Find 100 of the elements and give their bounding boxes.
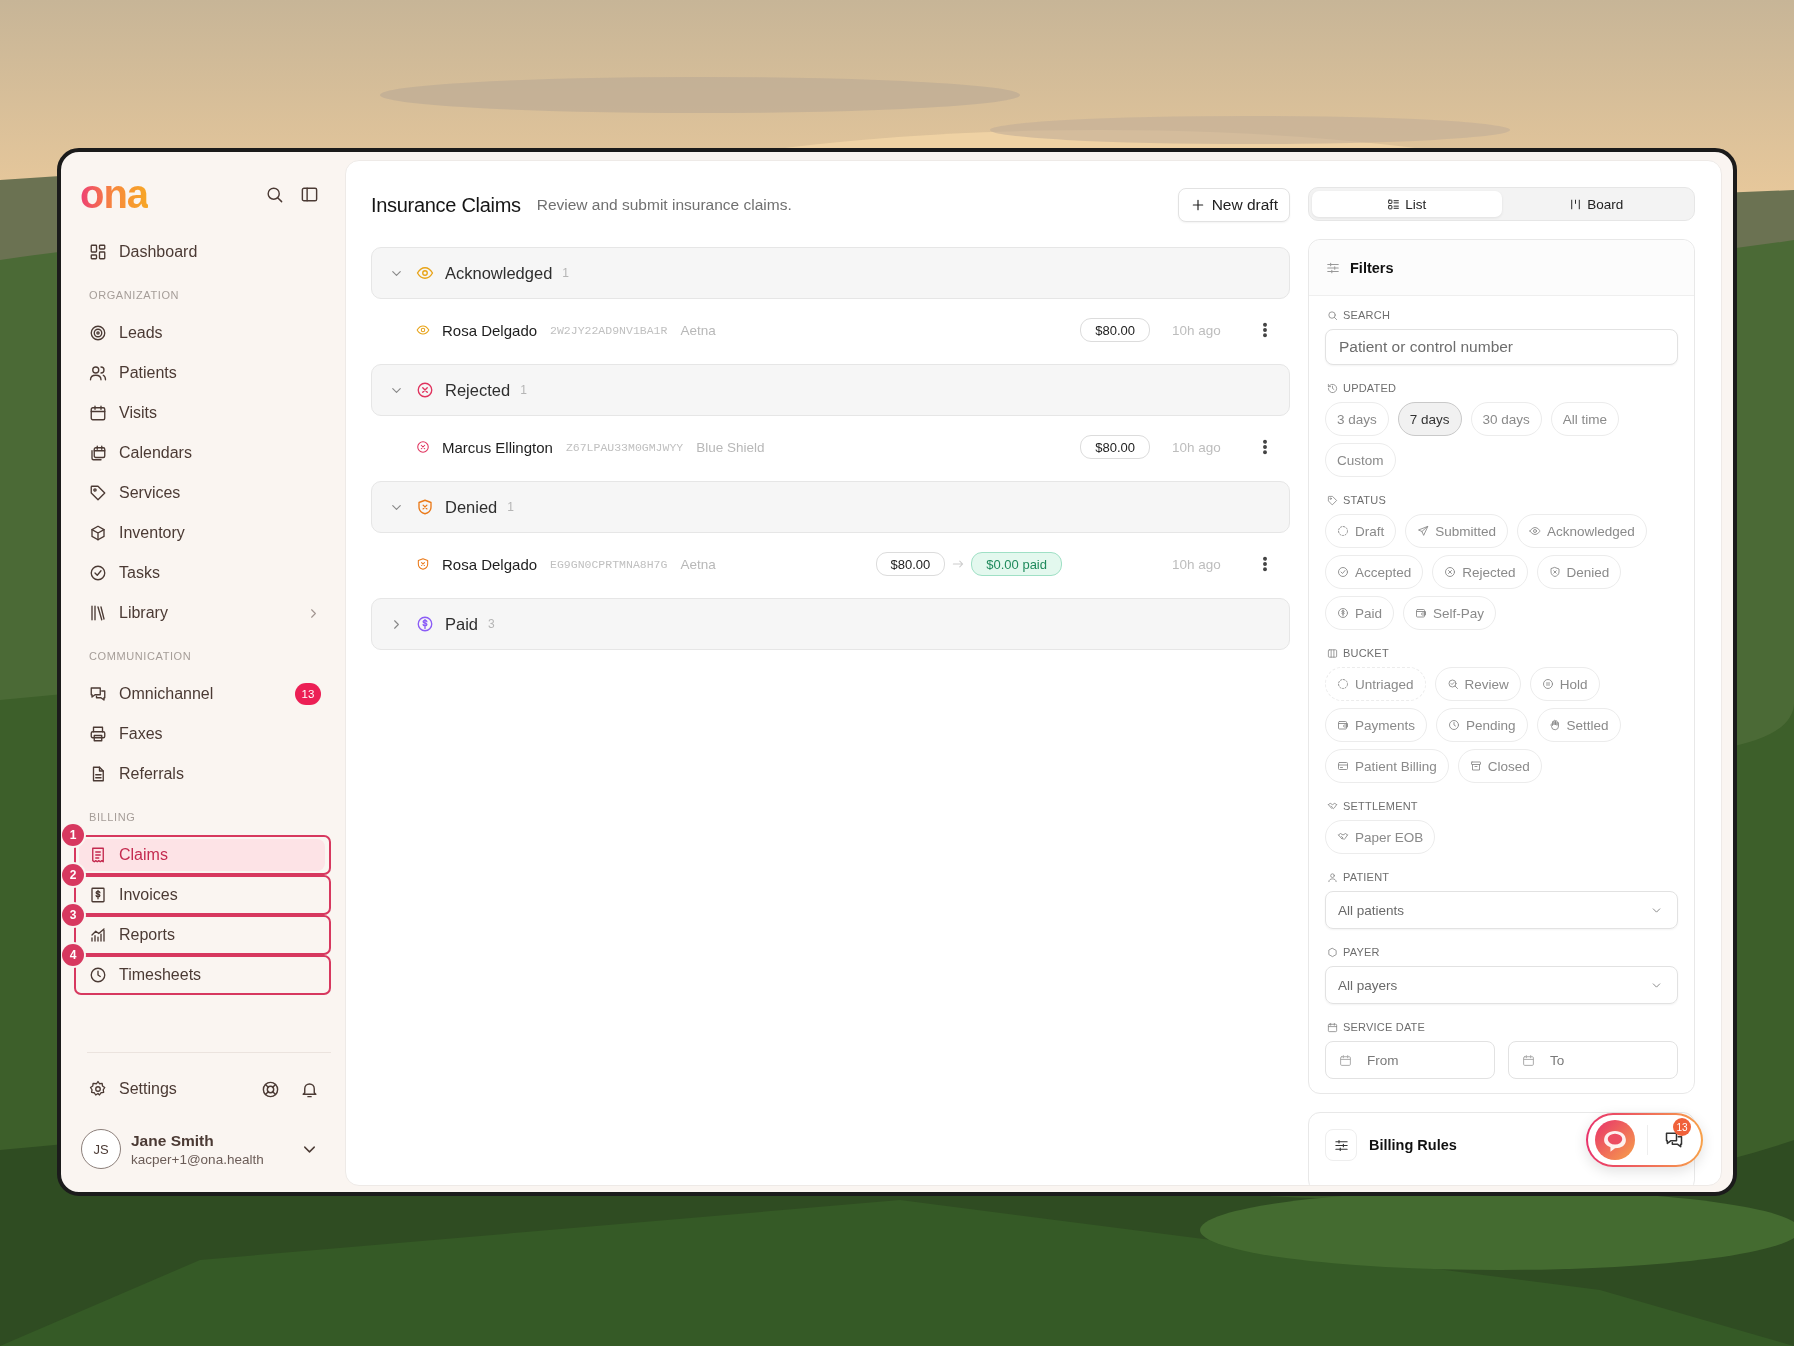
filter-chip[interactable]: Submitted (1405, 514, 1509, 548)
group-header[interactable]: Paid 3 (371, 598, 1290, 650)
amount-pill: $80.00 (1080, 318, 1150, 342)
group-label: Acknowledged (445, 263, 553, 283)
box-icon (89, 524, 107, 542)
x-circle-icon (416, 440, 430, 454)
nav-item[interactable]: Visits (79, 393, 331, 433)
x-circle-icon (416, 381, 434, 399)
nav-item[interactable]: Claims (79, 839, 325, 871)
filter-chip[interactable]: Patient Billing (1325, 749, 1449, 783)
nav-item[interactable]: Referrals (79, 754, 331, 794)
check-circle-icon (1337, 566, 1349, 578)
chat-icon[interactable] (1664, 1130, 1684, 1150)
group-count: 3 (488, 617, 495, 631)
gear-icon (89, 1080, 107, 1098)
lifebuoy-icon[interactable] (261, 1079, 280, 1099)
nav-item[interactable]: Library (79, 593, 331, 633)
group-count: 1 (562, 266, 569, 280)
view-tab[interactable]: Board (1501, 191, 1691, 217)
dropdown-field[interactable]: All payers (1325, 966, 1678, 1004)
nav-item[interactable]: Inventory (79, 513, 331, 553)
section-heading: COMMUNICATION (89, 649, 193, 664)
patient-name: Rosa Delgado (442, 555, 538, 573)
settings-link[interactable]: Settings (79, 1069, 241, 1109)
filter-chip[interactable]: Rejected (1432, 555, 1528, 589)
arrow-right-icon (951, 557, 966, 571)
control-number: 2W2JY22AD9NV1BA1R (550, 323, 668, 337)
eye-icon (416, 323, 430, 337)
nav-item[interactable]: Calendars (79, 433, 331, 473)
nav-item[interactable]: Faxes (79, 714, 331, 754)
filter-chip[interactable]: All time (1550, 402, 1620, 436)
filter-chip[interactable]: Paid (1325, 596, 1395, 630)
printer-icon (89, 725, 107, 743)
dropdown-field[interactable]: All patients (1325, 891, 1678, 929)
people-icon (89, 364, 107, 382)
filter-label: SEARCH (1343, 309, 1391, 321)
filter-chip[interactable]: Draft (1325, 514, 1397, 548)
filter-chip[interactable]: 3 days (1325, 402, 1389, 436)
user-name: Jane Smith (131, 1131, 215, 1150)
page-subtitle: Review and submit insurance claims. (536, 196, 792, 214)
filter-chip[interactable]: Accepted (1325, 555, 1424, 589)
columns-icon (1327, 647, 1338, 659)
filter-chip[interactable]: Custom (1325, 443, 1396, 477)
view-tab[interactable]: List (1312, 191, 1502, 217)
group-header[interactable]: Acknowledged 1 (371, 247, 1290, 299)
bubble-logo-icon[interactable] (1595, 1120, 1635, 1160)
history-icon (1327, 382, 1338, 394)
filter-label: SETTLEMENT (1343, 800, 1418, 812)
group-header[interactable]: Rejected 1 (371, 364, 1290, 416)
section-heading: BILLING (89, 810, 137, 825)
billing-rules-title: Billing Rules (1369, 1136, 1457, 1155)
filter-chip[interactable]: Settled (1536, 708, 1621, 742)
nav-item[interactable]: Omnichannel 13 (79, 674, 331, 714)
count-badge: 13 (295, 683, 321, 705)
dashed-circle-icon (1337, 525, 1349, 537)
zoom-icon (1446, 678, 1459, 690)
search-icon (1327, 309, 1338, 321)
filter-chip[interactable]: 7 days (1397, 402, 1462, 436)
list-icon (1387, 197, 1401, 211)
filter-chip[interactable]: Closed (1457, 749, 1542, 783)
annotation-number: 2 (62, 864, 84, 886)
date-field[interactable]: From (1325, 1041, 1495, 1079)
filter-chip[interactable]: Paper EOB (1325, 820, 1436, 854)
filter-chip[interactable]: Acknowledged (1517, 514, 1647, 548)
wallet-icon (1415, 607, 1428, 619)
nav-item[interactable]: Patients (79, 353, 331, 393)
card-icon (1337, 760, 1349, 772)
dollar-document-icon (89, 886, 107, 904)
filter-chip[interactable]: Pending (1436, 708, 1528, 742)
payer-name: Aetna (680, 322, 716, 338)
filter-chip[interactable]: Denied (1536, 555, 1622, 589)
nav-item[interactable]: Services (79, 473, 331, 513)
sidebar-icon[interactable] (300, 184, 319, 204)
send-icon (1417, 525, 1430, 537)
nav-item[interactable]: Leads (79, 313, 331, 353)
filter-chip[interactable]: Self-Pay (1403, 596, 1497, 630)
patient-name: Rosa Delgado (442, 321, 538, 339)
filter-chip[interactable]: Payments (1325, 708, 1428, 742)
group-header[interactable]: Denied 1 (371, 481, 1290, 533)
search-icon[interactable] (265, 184, 284, 204)
group-label: Denied (445, 497, 498, 517)
calendar-icon (1339, 1053, 1352, 1067)
nav-item[interactable]: Dashboard (79, 232, 331, 272)
receipt-icon (89, 846, 107, 864)
user-email: kacper+1@ona.health (131, 1151, 265, 1167)
calendar-icon (1522, 1053, 1535, 1067)
user-avatar: JS (81, 1129, 121, 1169)
shield-x-icon (1548, 566, 1561, 578)
filter-chip[interactable]: 30 days (1470, 402, 1542, 436)
amount-pill: $80.00 (1080, 435, 1150, 459)
nav-item[interactable]: Tasks (79, 553, 331, 593)
date-field[interactable]: To (1508, 1041, 1678, 1079)
section-heading: ORGANIZATION (89, 288, 181, 303)
filter-label: BUCKET (1343, 647, 1389, 659)
new-draft-button[interactable]: New draft (1177, 188, 1290, 222)
filter-chip[interactable]: Untriaged (1325, 667, 1426, 701)
filter-chip[interactable]: Review (1434, 667, 1521, 701)
filter-chip[interactable]: Hold (1529, 667, 1600, 701)
shield-x-icon (416, 498, 434, 516)
search-field[interactable]: Patient or control number (1325, 329, 1678, 365)
